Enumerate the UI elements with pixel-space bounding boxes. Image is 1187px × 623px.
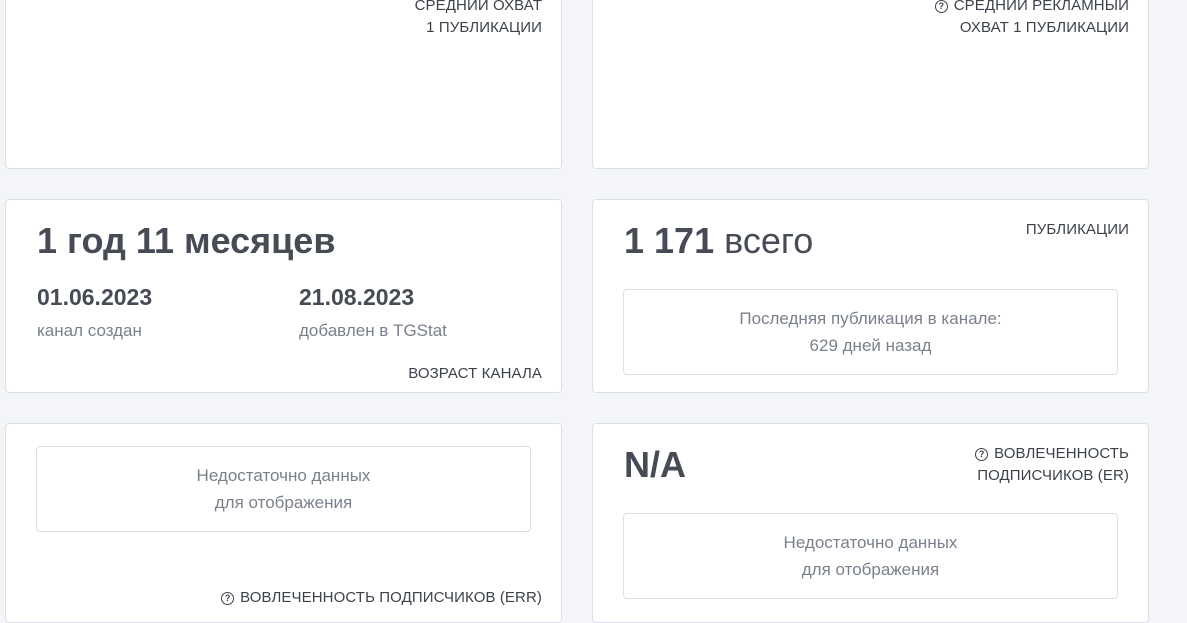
er-value: N/A <box>624 444 686 485</box>
channel-created-date: 01.06.2023 <box>37 284 153 310</box>
average-ad-reach-label-line2: ОХВАТ 1 ПУБЛИКАЦИИ <box>959 19 1129 36</box>
er-card: N/A ? ВОВЛЕЧЕННОСТЬ ПОДПИСЧИКОВ (ER) Недо… <box>592 423 1149 623</box>
channel-age-value: 1 год 11 месяцев <box>37 220 336 261</box>
publications-card: 1 171 всего ПУБЛИКАЦИИ Последняя публика… <box>592 199 1149 393</box>
publications-label: ПУБЛИКАЦИИ <box>1026 219 1129 241</box>
average-reach-label: СРЕДНИЙ ОХВАТ 1 ПУБЛИКАЦИИ <box>415 0 542 39</box>
err-label-text: ВОВЛЕЧЕННОСТЬ ПОДПИСЧИКОВ (ERR) <box>240 589 542 606</box>
publications-count-value: 1 171 <box>624 220 715 261</box>
channel-age-label-text: ВОЗРАСТ КАНАЛА <box>408 365 542 382</box>
publications-count-unit: всего <box>724 220 814 261</box>
average-reach-label-line1: СРЕДНИЙ ОХВАТ <box>414 0 542 14</box>
question-circle-icon[interactable]: ? <box>975 448 989 461</box>
average-reach-card: СРЕДНИЙ ОХВАТ 1 ПУБЛИКАЦИИ <box>5 0 562 169</box>
er-label-text1: ВОВЛЕЧЕННОСТЬ <box>994 445 1129 462</box>
last-publication-notice: Последняя публикация в канале: 629 дней … <box>623 289 1118 375</box>
average-ad-reach-label: ? СРЕДНИЙ РЕКЛАМНЫЙ ОХВАТ 1 ПУБЛИКАЦИИ <box>934 0 1129 39</box>
channel-created-label: канал создан <box>37 321 142 340</box>
err-notice-line2: для отображения <box>214 493 353 512</box>
question-circle-icon[interactable]: ? <box>934 0 948 13</box>
err-label: ? ВОВЛЕЧЕННОСТЬ ПОДПИСЧИКОВ (ERR) <box>221 587 542 609</box>
publications-count: 1 171 всего <box>624 219 813 263</box>
channel-age-label: ВОЗРАСТ КАНАЛА <box>408 363 542 385</box>
er-no-data-notice: Недостаточно данных для отображения <box>623 513 1118 599</box>
channel-age-card: 1 год 11 месяцев 01.06.2023 канал создан… <box>5 199 562 393</box>
average-ad-reach-label-line1: ? СРЕДНИЙ РЕКЛАМНЫЙ <box>934 0 1129 17</box>
average-ad-reach-label-text1: СРЕДНИЙ РЕКЛАМНЫЙ <box>953 0 1129 14</box>
channel-added-label: добавлен в TGStat <box>299 321 447 340</box>
er-label-line1: ? ВОВЛЕЧЕННОСТЬ <box>975 443 1129 465</box>
channel-added-date: 21.08.2023 <box>299 284 415 310</box>
err-no-data-notice: Недостаточно данных для отображения <box>36 446 531 532</box>
publications-label-text: ПУБЛИКАЦИИ <box>1025 221 1129 238</box>
err-card: Недостаточно данных для отображения ? ВОВ… <box>5 423 562 623</box>
average-ad-reach-card: ? СРЕДНИЙ РЕКЛАМНЫЙ ОХВАТ 1 ПУБЛИКАЦИИ <box>592 0 1149 169</box>
err-label-row: ? ВОВЛЕЧЕННОСТЬ ПОДПИСЧИКОВ (ERR) <box>221 587 542 609</box>
er-notice-line2: для отображения <box>801 560 940 579</box>
er-notice-line1: Недостаточно данных <box>783 533 958 552</box>
question-circle-icon[interactable]: ? <box>221 592 235 605</box>
last-publication-line1: Последняя публикация в канале: <box>739 309 1002 328</box>
average-reach-label-line2: 1 ПУБЛИКАЦИИ <box>426 19 542 36</box>
err-notice-line1: Недостаточно данных <box>196 466 371 485</box>
er-label: ? ВОВЛЕЧЕННОСТЬ ПОДПИСЧИКОВ (ER) <box>975 443 1129 487</box>
er-label-line2: ПОДПИСЧИКОВ (ER) <box>977 467 1129 484</box>
last-publication-line2: 629 дней назад <box>809 336 932 355</box>
